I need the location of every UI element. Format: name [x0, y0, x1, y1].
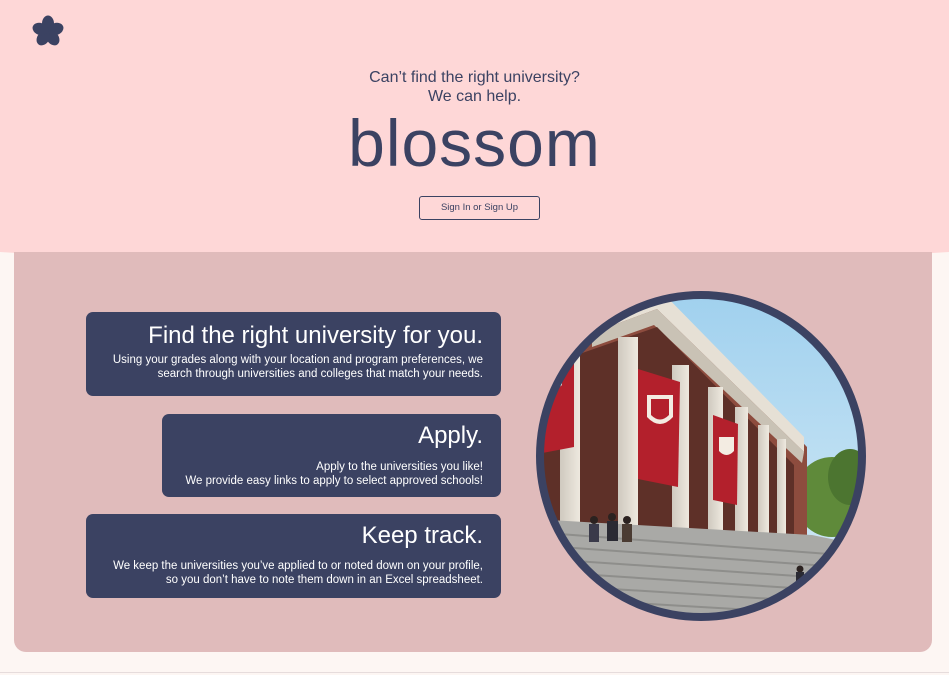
tagline-line-1: Can’t find the right university? [369, 69, 580, 86]
feature-title: Apply. [418, 422, 483, 449]
feature-description-line: We keep the universities you’ve applied … [113, 560, 483, 572]
university-building-photo [536, 291, 866, 621]
flower-icon[interactable] [31, 14, 65, 48]
feature-title: Find the right university for you. [148, 322, 483, 349]
feature-description-line: We provide easy links to apply to select… [185, 475, 483, 487]
tagline: Can’t find the right university? We can … [0, 68, 949, 106]
feature-description-line: so you don’t have to note them down in a… [165, 574, 483, 586]
brand-title: blossom [348, 106, 601, 180]
feature-title: Keep track. [361, 522, 483, 549]
signin-button[interactable]: Sign In or Sign Up [419, 196, 540, 220]
hero-section: Can’t find the right university? We can … [0, 0, 949, 266]
feature-card-track: Keep track. We keep the universities you… [86, 514, 501, 598]
feature-description-line: Apply to the universities you like! [316, 461, 483, 473]
feature-card-find: Find the right university for you. Using… [86, 312, 501, 396]
feature-card-apply: Apply. Apply to the universities you lik… [162, 414, 501, 497]
bottom-divider [0, 672, 949, 673]
feature-description-line: Using your grades along with your locati… [112, 354, 483, 366]
feature-description-line: search through universities and colleges… [157, 368, 483, 380]
